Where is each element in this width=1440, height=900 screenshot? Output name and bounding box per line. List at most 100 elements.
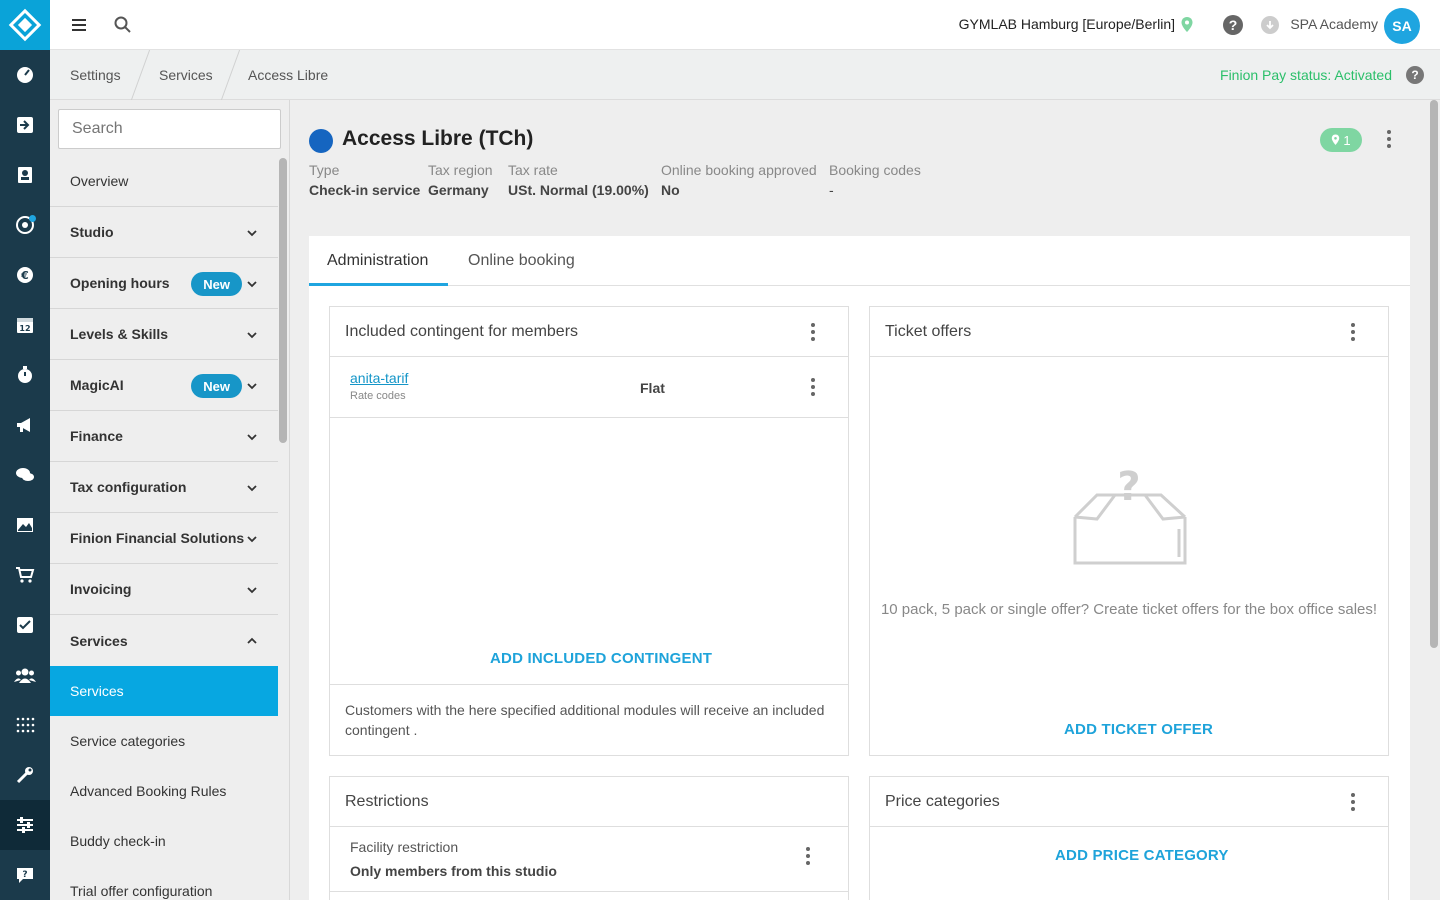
new-badge: New — [191, 272, 242, 296]
breadcrumb-services[interactable]: Services — [159, 67, 213, 83]
more-options-icon[interactable] — [808, 378, 818, 398]
meta-tax-rate: Tax rate USt. Normal (19.00%) — [508, 162, 649, 198]
app-logo-icon[interactable] — [0, 0, 50, 50]
panel-header: Price categories — [870, 777, 1388, 827]
search-icon[interactable] — [112, 14, 134, 36]
new-badge: New — [191, 374, 242, 398]
sidenav-item-studio[interactable]: Studio — [50, 207, 278, 258]
cart-icon[interactable] — [0, 550, 50, 600]
tools-icon[interactable] — [0, 750, 50, 800]
meta-type: Type Check-in service — [309, 162, 420, 198]
tab-online-booking[interactable]: Online booking — [468, 252, 575, 270]
chevron-down-icon — [247, 281, 257, 288]
sidenav-subitem-service-categories[interactable]: Service categories — [50, 716, 278, 766]
settings-sliders-icon[interactable] — [0, 800, 50, 850]
location-count: 1 — [1343, 132, 1351, 148]
more-options-icon[interactable] — [803, 847, 813, 867]
finion-help-icon[interactable]: ? — [1406, 66, 1424, 84]
sidenav-item-tax-configuration[interactable]: Tax configuration — [50, 462, 278, 513]
chevron-down-icon — [247, 485, 257, 492]
svg-text:?: ? — [1117, 467, 1140, 510]
chat-icon[interactable] — [0, 450, 50, 500]
tab-administration[interactable]: Administration — [327, 252, 428, 270]
list-item: Facility restriction Only members from t… — [330, 827, 848, 892]
chevron-down-icon — [247, 230, 257, 237]
main-scrollbar[interactable] — [1430, 100, 1438, 648]
rate-code-caption: Rate codes — [350, 390, 406, 402]
avatar[interactable]: SA — [1384, 8, 1420, 44]
location-count-badge[interactable]: 1 — [1320, 128, 1362, 152]
price-categories-panel: Price categories ADD PRICE CATEGORY — [869, 776, 1389, 900]
help-icon[interactable]: ? — [1223, 15, 1243, 35]
chevron-up-icon — [247, 637, 257, 644]
meta-value: Germany — [428, 182, 489, 198]
restrictions-panel: Restrictions Facility restriction Only m… — [329, 776, 849, 900]
stopwatch-icon[interactable] — [0, 350, 50, 400]
grid-dots-icon[interactable] — [0, 700, 50, 750]
meta-tax-region: Tax region Germany — [428, 162, 493, 198]
notification-dot — [29, 215, 36, 222]
svg-text:12: 12 — [19, 324, 30, 333]
sidenav-item-finance[interactable]: Finance — [50, 411, 278, 462]
megaphone-icon[interactable] — [0, 400, 50, 450]
sidenav-item-opening-hours[interactable]: Opening hours New — [50, 258, 278, 309]
sidenav-item-finion-financial-solutions[interactable]: Finion Financial Solutions — [50, 513, 278, 564]
settings-search-input[interactable] — [58, 109, 281, 149]
empty-box-icon: ? — [1073, 467, 1187, 565]
studio-selector[interactable]: GYMLAB Hamburg [Europe/Berlin] — [959, 16, 1175, 32]
support-icon[interactable]: ? — [0, 850, 50, 900]
sidenav-subitem-trial-offer-configuration[interactable]: Trial offer configuration — [50, 866, 278, 900]
sidenav-item-label: MagicAI — [70, 377, 124, 393]
sidenav-item-magicai[interactable]: MagicAI New — [50, 360, 278, 411]
sidenav-item-label: Overview — [70, 173, 129, 189]
sidenav-item-label: Services — [70, 632, 128, 649]
sidenav-item-label: Studio — [70, 224, 114, 240]
dashboard-icon[interactable] — [0, 50, 50, 100]
list-item: anita-tarif Rate codes Flat — [330, 357, 848, 418]
panel-title: Included contingent for members — [345, 323, 579, 340]
people-icon[interactable] — [0, 650, 50, 700]
add-ticket-offer-button[interactable]: ADD TICKET OFFER — [1064, 721, 1213, 738]
main-content: Access Libre (TCh) 1 Type Check-in servic… — [290, 100, 1430, 900]
breadcrumb-separator — [130, 50, 151, 100]
add-included-contingent-button[interactable]: ADD INCLUDED CONTINGENT — [490, 650, 712, 667]
contacts-icon[interactable] — [0, 150, 50, 200]
more-options-icon[interactable] — [808, 323, 818, 343]
chevron-down-icon — [247, 587, 257, 594]
breadcrumb-settings[interactable]: Settings — [70, 67, 121, 83]
sidenav-subitem-buddy-checkin[interactable]: Buddy check-in — [50, 816, 278, 866]
euro-icon[interactable]: € — [0, 250, 50, 300]
meta-label: Tax region — [428, 162, 493, 178]
included-contingent-panel: Included contingent for members anita-ta… — [329, 306, 849, 756]
sidenav-subitem-services[interactable]: Services — [50, 666, 278, 716]
calendar-icon[interactable]: 12 — [0, 300, 50, 350]
more-options-icon[interactable] — [1348, 323, 1358, 343]
sidenav-item-overview[interactable]: Overview — [50, 156, 278, 207]
user-name[interactable]: SPA Academy — [1290, 16, 1378, 32]
target-icon[interactable] — [0, 200, 50, 250]
sidenav-subitem-advanced-booking-rules[interactable]: Advanced Booking Rules — [50, 766, 278, 816]
add-price-category-button[interactable]: ADD PRICE CATEGORY — [1055, 847, 1229, 864]
meta-online-booking-approved: Online booking approved No — [661, 162, 817, 198]
meta-label: Type — [309, 162, 340, 178]
more-options-icon[interactable] — [1384, 130, 1394, 150]
sidenav-item-invoicing[interactable]: Invoicing — [50, 564, 278, 615]
sidenav-item-services[interactable]: Services — [50, 615, 278, 666]
download-icon[interactable] — [1261, 16, 1279, 34]
meta-value: No — [661, 182, 680, 198]
sidenav-scrollbar[interactable] — [279, 158, 287, 443]
rate-code-link[interactable]: anita-tarif — [350, 370, 408, 386]
breadcrumb: Settings Services Access Libre Finion Pa… — [50, 50, 1440, 100]
sidenav-item-levels-skills[interactable]: Levels & Skills — [50, 309, 278, 360]
sidenav-item-label: Finance — [70, 428, 123, 444]
sidenav-item-label: Tax configuration — [70, 479, 187, 495]
meta-label: Online booking approved — [661, 162, 817, 178]
ticket-offers-empty-text: 10 pack, 5 pack or single offer? Create … — [880, 601, 1378, 618]
checkin-icon[interactable] — [0, 100, 50, 150]
checklist-icon[interactable] — [0, 600, 50, 650]
hamburger-menu-icon[interactable] — [68, 14, 90, 36]
meta-value: Check-in service — [309, 182, 421, 198]
image-icon[interactable] — [0, 500, 50, 550]
more-options-icon[interactable] — [1348, 793, 1358, 813]
service-tab-card: Administration Online booking Included c… — [309, 236, 1410, 900]
